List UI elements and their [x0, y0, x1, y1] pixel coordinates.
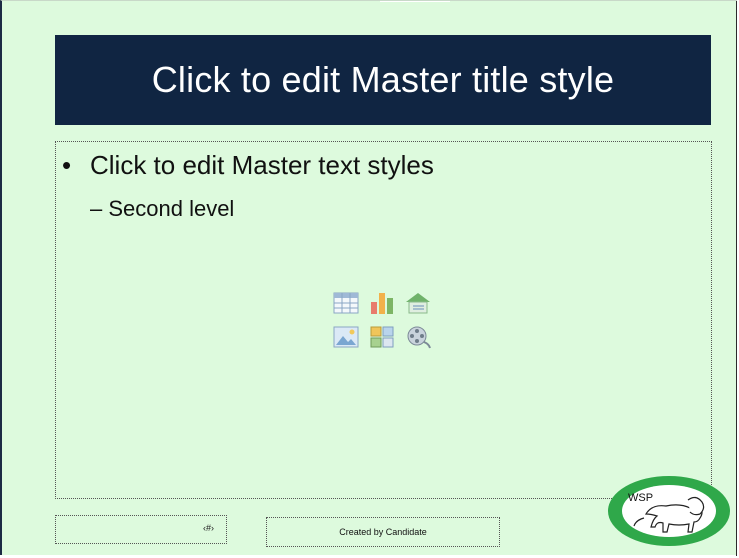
- slide-number-placeholder[interactable]: ‹#›: [55, 515, 227, 544]
- title-text: Click to edit Master title style: [151, 59, 615, 100]
- logo-text: WSP: [628, 492, 653, 504]
- bullet-marker: •: [62, 150, 72, 180]
- footer-text: Created by Candidate: [339, 527, 427, 537]
- slide-number: ‹#›: [203, 523, 214, 533]
- slide-master-canvas: Click to edit Master title style • Click …: [0, 0, 737, 556]
- title-placeholder[interactable]: Click to edit Master title style: [55, 35, 711, 125]
- text-level-2: – Second level: [90, 196, 235, 221]
- lion-logo-icon: WSP: [608, 476, 730, 546]
- insert-media-icon[interactable]: [404, 324, 432, 350]
- content-insert-icons: [332, 290, 436, 354]
- insert-clipart-icon[interactable]: [368, 324, 396, 350]
- level-1-text: Click to edit Master text styles: [90, 150, 434, 180]
- wsp-logo: WSP: [606, 474, 732, 548]
- insert-chart-icon[interactable]: [368, 290, 396, 316]
- insert-smartart-icon[interactable]: [404, 290, 432, 316]
- footer-placeholder[interactable]: Created by Candidate: [266, 517, 500, 547]
- slide-right-border: [736, 1, 737, 556]
- insert-picture-icon[interactable]: [332, 324, 360, 350]
- content-placeholder[interactable]: • Click to edit Master text styles – Seco…: [55, 141, 712, 499]
- text-level-1: • Click to edit Master text styles: [62, 150, 434, 181]
- insert-table-icon[interactable]: [332, 290, 360, 316]
- top-edge-mark: [380, 1, 450, 2]
